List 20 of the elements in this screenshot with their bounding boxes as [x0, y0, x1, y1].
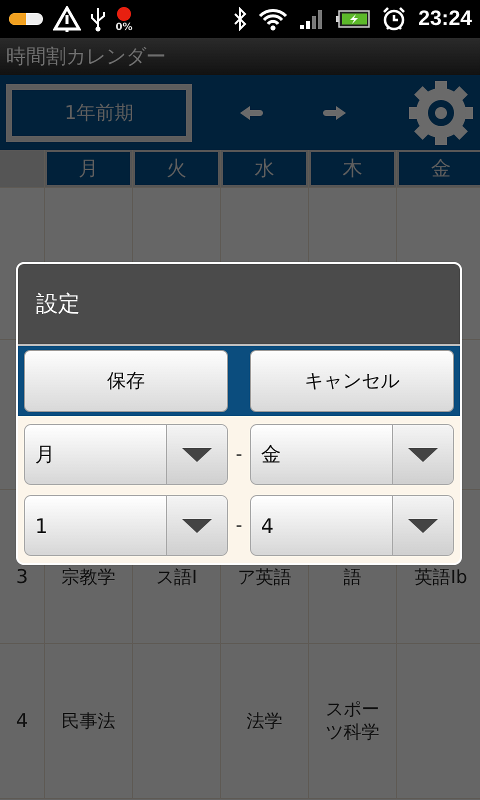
range-separator: -	[234, 444, 244, 465]
cpu-reading: 0%	[116, 22, 132, 32]
course-name: 法学	[246, 710, 282, 732]
course-name: ア英語	[238, 566, 292, 589]
app-title: 時間割カレンダー	[6, 43, 166, 70]
course-name: 民事法	[62, 710, 116, 732]
day-header: 水	[221, 150, 308, 187]
day-header: 月	[45, 150, 132, 187]
day-header: 木	[309, 150, 396, 187]
course-name: 英語Ⅰb	[414, 566, 468, 589]
course-name: ス語Ⅰ	[156, 566, 198, 589]
course-name: 語	[344, 566, 362, 589]
course-name: 宗教学	[62, 566, 116, 589]
day-header: 火	[133, 150, 220, 187]
day-header: 金	[397, 150, 480, 187]
range-separator: -	[234, 515, 244, 536]
period-number: 4	[0, 644, 44, 798]
course-name: スポーツ科学	[324, 698, 380, 744]
dialog-title: 設定	[36, 291, 80, 319]
clock-time: 23:24	[418, 7, 472, 31]
